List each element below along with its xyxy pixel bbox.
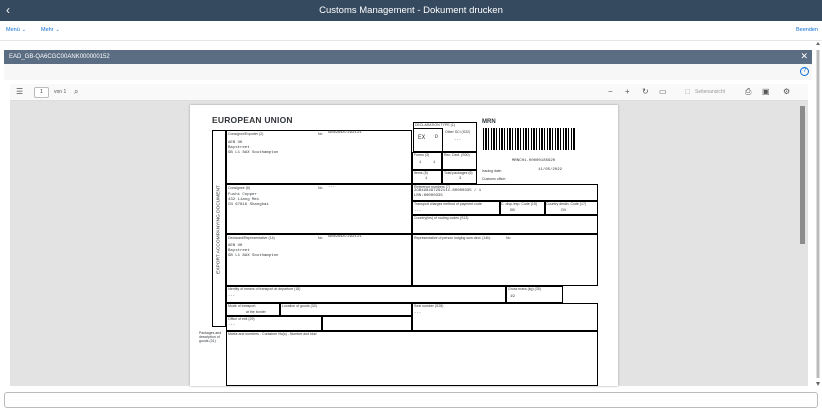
end-button[interactable]: Beenden [796,27,818,33]
blank-box [322,316,412,331]
consignee-no: --- [328,185,336,189]
app-title: Customs Management - Dokument drucken [319,5,503,16]
consignor-label: Consignor/Exporter (2) [228,132,264,136]
identity: --- [228,294,236,298]
location-label: Location of goods (30) [282,304,317,308]
close-icon[interactable]: ✕ [800,51,808,62]
save-icon[interactable]: ▣ [762,87,770,97]
border-label: at the border [246,310,266,314]
no-label: No [318,186,323,190]
packages-description-label: Packages and description of goods (31) [199,331,222,343]
representative-label: Representative of person lodging sum.dec… [414,236,491,240]
issuing-date: 11/05/2022 [538,168,563,172]
identity-label: Identity of means of transport at depart… [228,287,301,291]
exit-label: Office of exit (29) [228,317,255,321]
other-sci-label: Other SCI (S32) [445,130,471,134]
zoom-in-icon[interactable]: + [625,87,630,97]
pdf-viewer: ☰ 1 von 1 ⌕ − + ↻ ▭ □ Seitenansicht ⎙ ▣ … [10,84,808,386]
sidebar-toggle-icon[interactable]: ☰ [16,87,23,97]
c-disp: GB [510,209,515,213]
panel-subbar: ? [4,64,812,80]
mrn-label: MRN [482,119,496,125]
forms-label: Forms (3) [414,153,430,157]
seal-label: Seal number (S28) [414,304,444,308]
consignee-label: Consignee (8) [228,186,250,190]
packages-value: 3 [459,177,462,181]
viewer-toolbar: ☰ 1 von 1 ⌕ − + ↻ ▭ □ Seitenansicht ⎙ ▣ … [10,84,808,101]
mrn-value: MRNCH1.00000185620 [512,159,556,163]
search-icon[interactable]: ⌕ [74,87,78,97]
page-view-label: Seitenansicht [695,89,726,95]
declarant-address: AEB UK Baystreet GB L1 8AX Southampton [228,244,279,258]
representative-box [412,234,598,286]
consignee-box [226,184,412,234]
consignor-address: AEB UK Baystreet GB L1 8AX Southampton [228,141,279,155]
other-sci: --- [454,138,462,142]
document-type-label: EXPORT ACCOMPANYING DOCUMENT [216,185,222,274]
declarant-box [226,234,412,286]
page-number-input[interactable]: 1 [34,87,49,98]
settings-icon[interactable]: ⚙ [783,87,790,97]
consignor-no: GB498487292111 [328,131,362,135]
declaration-type-1: EX [418,134,426,141]
items-value: 1 [425,177,428,181]
document-page: EUROPEAN UNION EXPORT ACCOMPANYING DOCUM… [190,105,618,386]
toolbar: Menü ⌄ Mehr ⌄ Beenden [0,21,822,41]
declaration-type-2: D [435,134,439,140]
declaration-type-label: DECLARATION TYPE (1) [415,123,455,127]
chevron-down-icon: ⌄ [55,27,60,33]
shell-bar: ‹ Customs Management - Dokument drucken [0,0,822,21]
forms-1: 1 [419,161,422,165]
print-icon[interactable]: ⎙ [745,87,751,97]
goods-box [226,331,598,386]
viewer-scrollbar[interactable] [800,102,805,384]
issuing-label: Issuing date: [482,169,502,173]
mrn-barcode [483,128,576,150]
representative-no: No [506,236,511,240]
menu-button[interactable]: Menü ⌄ [6,27,26,34]
exit-office: --- [228,323,236,327]
c-dest-label: Country destin. Code (17) [546,202,587,206]
forms-2: 1 [433,161,436,165]
more-label: Mehr [41,27,54,33]
more-button[interactable]: Mehr ⌄ [41,27,60,34]
customs-office-label: Customs office: [482,177,507,181]
declarant-no: GB498487292111 [328,235,362,239]
zoom-out-icon[interactable]: − [608,87,613,97]
c-disp-label: C. disp./exp. Code (15) [501,202,537,206]
rotate-icon[interactable]: ↻ [642,87,649,97]
menu-label: Menü [6,27,20,33]
reference-numbers: 2GB498487292111-80000335 / 1 LRN:8000033… [414,189,482,198]
routing-label: Country(ies) of routing codes (S13) [414,216,469,220]
fit-page-icon[interactable]: ▭ [659,87,667,97]
document-header: EUROPEAN UNION [212,115,293,125]
no-label: No [318,132,323,136]
document-panel-header: EAD_GB-QA6CGC00ANK000000152 ✕ [4,50,812,64]
packages-label: Total packages (6) [444,171,473,175]
page-count: von 1 [54,89,67,95]
items-label: Items (5) [414,171,428,175]
page-scrollbar[interactable] [815,42,821,387]
page-view-icon[interactable]: □ [685,87,690,97]
scrollbar-thumb[interactable] [800,106,805,244]
declarant-label: Declarant/Representative (14) [228,236,275,240]
seal-number: --- [414,311,422,315]
marks-label: Marks and numbers - Container No(s) - Nu… [228,332,317,336]
help-icon[interactable]: ? [800,67,809,76]
chevron-down-icon: ⌄ [21,27,26,33]
gross-mass: 19 [510,295,515,299]
document-id: EAD_GB-QA6CGC00ANK000000152 [9,54,110,60]
consignee-address: Fushi Copper 432 Liang Mei CN 67819 Shan… [228,193,269,207]
transport-charges-label: Transport charges method of payment code [414,202,482,206]
bottom-input[interactable] [4,392,818,408]
no-label: No [318,236,323,240]
transport-charges: --- [414,209,422,213]
gross-mass-label: Gross mass (kg) (35) [508,287,541,291]
rec-decl-label: Rec. Decl. (S00) [444,153,470,157]
mode-label: Mode of transport [228,304,256,308]
consignor-box [226,130,412,184]
c-dest: CN [561,209,566,213]
